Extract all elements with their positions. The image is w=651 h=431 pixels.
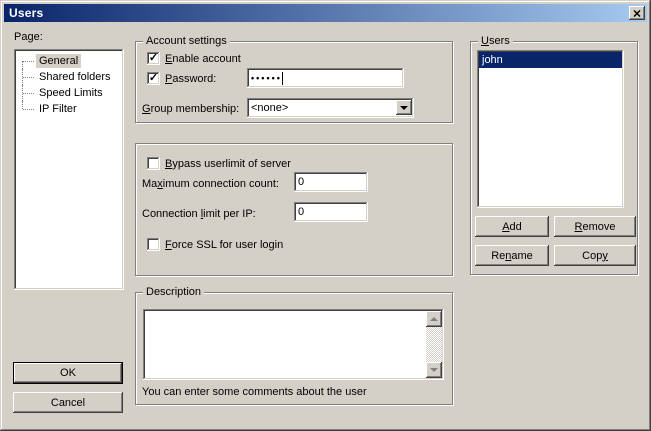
password-checkbox-row[interactable]: ✓ Password:: [147, 72, 216, 85]
page-label: Page:: [14, 31, 43, 43]
users-listbox[interactable]: john: [477, 50, 624, 208]
rename-button-label: Rename: [491, 250, 533, 262]
chevron-down-icon: [400, 106, 408, 110]
limits-group: Bypass userlimit of server Maximum conne…: [135, 143, 453, 276]
password-label: Password:: [165, 73, 216, 85]
users-group: Users john Add Remove Rename Copy: [470, 41, 638, 275]
max-connection-count-value: 0: [298, 176, 304, 188]
users-group-title: Users: [478, 35, 513, 48]
password-checkbox[interactable]: ✓: [147, 72, 160, 85]
description-hint: You can enter some comments about the us…: [142, 386, 367, 398]
connection-limit-per-ip-value: 0: [298, 206, 304, 218]
force-ssl-label: Force SSL for user login: [165, 239, 283, 251]
users-dialog: Users Page: General Shared folders Speed…: [0, 0, 651, 431]
tree-branch-icon: [21, 69, 36, 85]
connection-limit-per-ip-input[interactable]: 0: [294, 202, 368, 222]
text-caret: [282, 72, 283, 85]
list-item-john[interactable]: john: [479, 52, 622, 68]
group-membership-dropdown-button[interactable]: [396, 100, 412, 115]
description-scrollbar[interactable]: [426, 311, 442, 378]
close-button[interactable]: [629, 6, 645, 20]
group-membership-value: <none>: [251, 102, 288, 114]
check-icon: ✓: [149, 73, 158, 83]
rename-button[interactable]: Rename: [475, 245, 549, 266]
description-group: Description You can enter some comments …: [135, 292, 453, 405]
scroll-down-button[interactable]: [426, 362, 442, 378]
cancel-button-label: Cancel: [51, 397, 85, 409]
tree-item-label[interactable]: General: [36, 54, 81, 68]
titlebar[interactable]: Users: [4, 4, 647, 22]
cancel-button[interactable]: Cancel: [13, 392, 123, 413]
max-connection-count-label: Maximum connection count:: [142, 178, 279, 190]
tree-item-shared-folders[interactable]: Shared folders: [21, 69, 124, 85]
account-settings-group: Account settings ✓ Enable account ✓ Pass…: [135, 41, 453, 123]
ok-button-label: OK: [60, 367, 76, 379]
description-textarea[interactable]: [143, 309, 444, 380]
group-membership-select[interactable]: <none>: [247, 98, 414, 118]
password-input[interactable]: ••••••: [247, 68, 404, 88]
page-tree[interactable]: General Shared folders Speed Limits IP F…: [14, 49, 124, 290]
tree-item-ip-filter[interactable]: IP Filter: [21, 101, 124, 117]
add-button[interactable]: Add: [475, 216, 549, 237]
tree-item-label[interactable]: Shared folders: [36, 70, 114, 84]
tree-branch-icon: [21, 101, 36, 117]
description-title: Description: [143, 286, 204, 299]
scroll-up-button[interactable]: [426, 311, 442, 327]
tree-item-general[interactable]: General: [21, 53, 124, 69]
enable-account-checkbox[interactable]: ✓: [147, 52, 160, 65]
max-connection-count-input[interactable]: 0: [294, 172, 368, 192]
force-ssl-checkbox-row[interactable]: Force SSL for user login: [147, 238, 283, 251]
add-button-label: Add: [502, 221, 522, 233]
force-ssl-checkbox[interactable]: [147, 238, 160, 251]
enable-account-checkbox-row[interactable]: ✓ Enable account: [147, 52, 241, 65]
remove-button[interactable]: Remove: [554, 216, 636, 237]
remove-button-label: Remove: [575, 221, 616, 233]
account-settings-title: Account settings: [143, 35, 230, 48]
group-membership-label: Group membership:: [142, 103, 239, 115]
bypass-userlimit-checkbox-row[interactable]: Bypass userlimit of server: [147, 157, 291, 170]
tree-item-label[interactable]: Speed Limits: [36, 86, 106, 100]
copy-button-label: Copy: [582, 250, 608, 262]
bypass-userlimit-checkbox[interactable]: [147, 157, 160, 170]
bypass-userlimit-label: Bypass userlimit of server: [165, 158, 291, 170]
scrollbar-track[interactable]: [426, 327, 442, 362]
close-icon: [633, 10, 641, 17]
list-item-label: john: [482, 54, 503, 66]
arrow-down-icon: [430, 368, 438, 372]
connection-limit-per-ip-label: Connection limit per IP:: [142, 208, 256, 220]
ok-button[interactable]: OK: [13, 362, 123, 384]
copy-button[interactable]: Copy: [554, 245, 636, 266]
tree-branch-icon: [21, 53, 36, 69]
tree-item-label[interactable]: IP Filter: [36, 102, 80, 116]
enable-account-label: Enable account: [165, 53, 241, 65]
tree-item-speed-limits[interactable]: Speed Limits: [21, 85, 124, 101]
check-icon: ✓: [149, 53, 158, 63]
password-value: ••••••: [251, 73, 282, 83]
window-title: Users: [4, 6, 629, 20]
tree-branch-icon: [21, 85, 36, 101]
arrow-up-icon: [430, 317, 438, 321]
